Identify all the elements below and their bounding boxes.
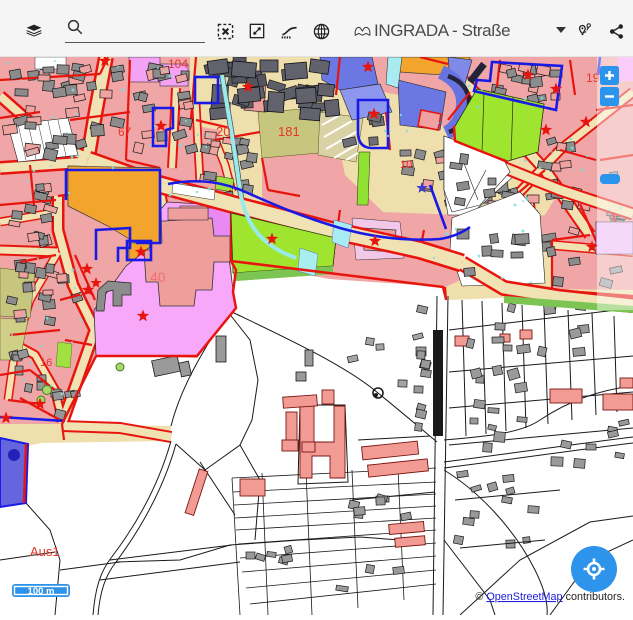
svg-text:104: 104: [168, 57, 188, 71]
svg-text:67: 67: [118, 125, 132, 139]
svg-text:20: 20: [216, 124, 230, 139]
svg-text:181: 181: [278, 124, 300, 139]
svg-text:© OpenStreetMap contributors.: © OpenStreetMap contributors.: [475, 591, 625, 603]
svg-text:Aus1: Aus1: [30, 544, 60, 559]
svg-text:40: 40: [150, 269, 166, 285]
svg-text:100 m: 100 m: [28, 586, 55, 597]
svg-text:16: 16: [40, 357, 52, 369]
svg-text:10: 10: [400, 159, 412, 171]
